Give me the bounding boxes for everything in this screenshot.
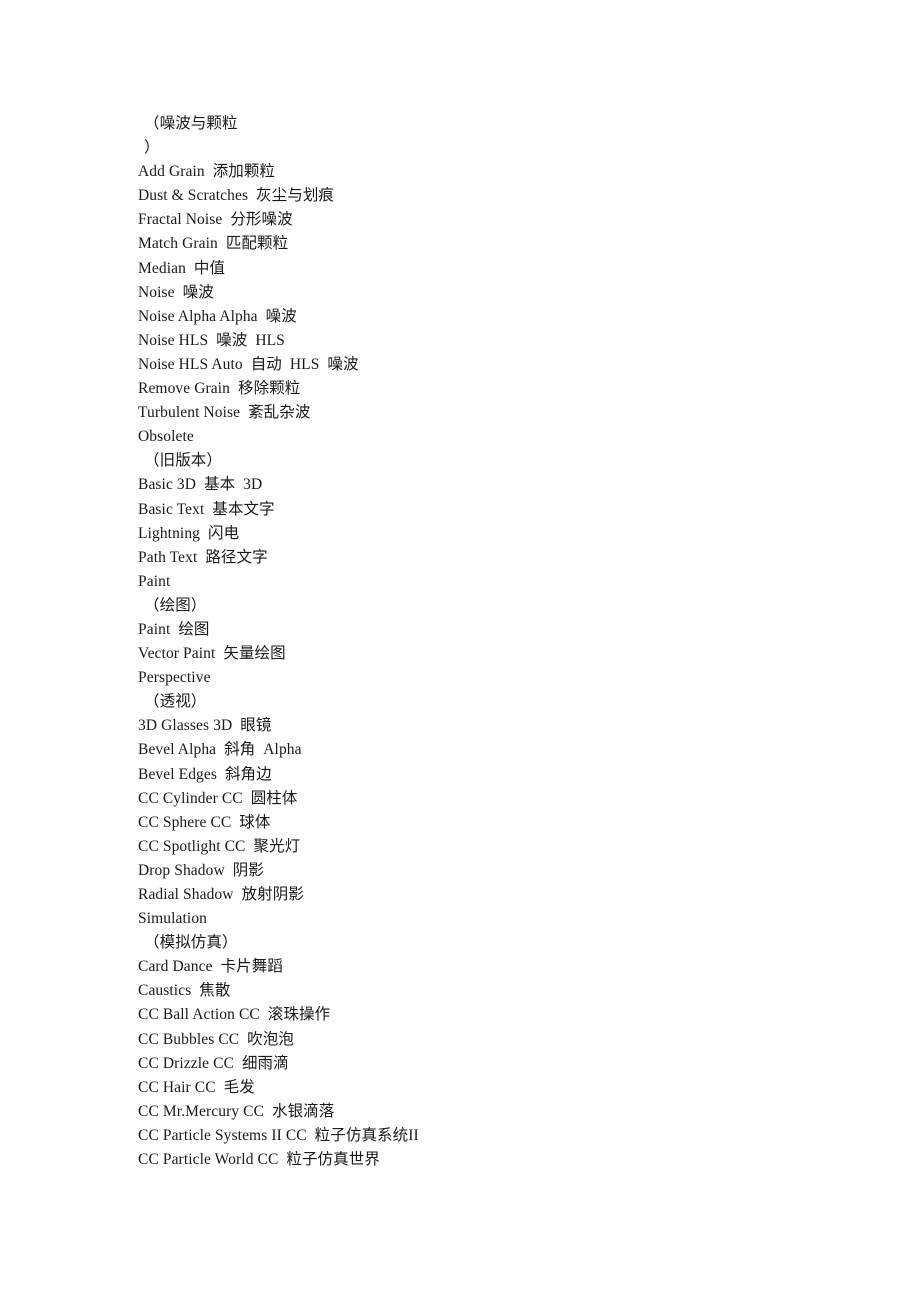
effect-entry-line: Vector Paint 矢量绘图 [138, 645, 286, 663]
document-page: （噪波与颗粒 ） Add Grain 添加颗粒 Dust & Scratches 灰尘… [0, 0, 920, 1302]
effect-entry-line: Bevel Edges 斜角边 [138, 765, 272, 783]
category-gloss-line: ） [144, 139, 160, 157]
effect-entry-line: CC Sphere CC 球体 [138, 813, 271, 831]
effect-entry-line: Path Text 路径文字 [138, 548, 268, 566]
effect-entry-line: CC Hair CC 毛发 [138, 1078, 255, 1096]
effect-entry-line: Card Dance 卡片舞蹈 [138, 958, 283, 976]
effect-entry-line: Noise HLS Auto 自动 HLS 噪波 [138, 355, 359, 373]
effect-entry-line: CC Mr.Mercury CC 水银滴落 [138, 1102, 335, 1120]
effect-entry-line: Noise 噪波 [138, 283, 214, 301]
effect-entry-line: Add Grain 添加颗粒 [138, 163, 276, 181]
category-gloss-line: （透视） [144, 693, 207, 711]
effect-entry-line: Obsolete [138, 428, 194, 446]
effect-entry-line: CC Ball Action CC 滚珠操作 [138, 1006, 331, 1024]
effect-entry-line: CC Particle World CC 粒子仿真世界 [138, 1151, 380, 1169]
effect-entry-line: Median 中值 [138, 259, 226, 277]
effect-entry-line: Paint 绘图 [138, 620, 210, 638]
effect-entry-line: Radial Shadow 放射阴影 [138, 886, 304, 903]
effect-entry-line: CC Bubbles CC 吹泡泡 [138, 1030, 294, 1048]
effect-entry-line: Simulation [138, 910, 208, 928]
effect-entry-line: CC Particle Systems II CC 粒子仿真系统II [138, 1126, 419, 1144]
category-gloss-line: （旧版本） [144, 452, 223, 470]
effect-entry-line: CC Cylinder CC 圆柱体 [138, 789, 298, 807]
effect-entry-line: Basic 3D 基本 3D [138, 476, 263, 494]
category-gloss-line: （噪波与颗粒 [144, 115, 238, 132]
effect-entry-line: Fractal Noise 分形噪波 [138, 211, 293, 229]
category-gloss-line: （绘图） [144, 596, 207, 614]
effect-entry-line: 3D Glasses 3D 眼镜 [138, 717, 272, 735]
effect-entry-line: Dust & Scratches 灰尘与划痕 [138, 187, 335, 205]
effect-entry-line: Bevel Alpha 斜角 Alpha [138, 741, 302, 759]
effect-entry-line: CC Spotlight CC 聚光灯 [138, 837, 301, 855]
effect-entry-line: Basic Text 基本文字 [138, 500, 275, 518]
effect-entry-line: Remove Grain 移除颗粒 [138, 380, 301, 398]
effect-entry-line: Paint [138, 572, 171, 590]
document-text-block: （噪波与颗粒 ） Add Grain 添加颗粒 Dust & Scratches 灰尘… [138, 112, 798, 1172]
effect-entry-line: Noise Alpha Alpha 噪波 [138, 307, 297, 325]
effect-entry-line: Lightning 闪电 [138, 524, 240, 542]
effect-entry-line: Turbulent Noise 紊乱杂波 [138, 404, 311, 422]
effect-entry-line: Perspective [138, 669, 211, 687]
effect-entry-line: Noise HLS 噪波 HLS [138, 331, 285, 349]
effect-entry-line: Caustics 焦散 [138, 982, 231, 1000]
effect-entry-line: Match Grain 匹配颗粒 [138, 235, 289, 253]
category-gloss-line: （模拟仿真） [144, 934, 238, 952]
effect-entry-line: Drop Shadow 阴影 [138, 861, 264, 879]
effect-entry-line: CC Drizzle CC 细雨滴 [138, 1054, 289, 1072]
